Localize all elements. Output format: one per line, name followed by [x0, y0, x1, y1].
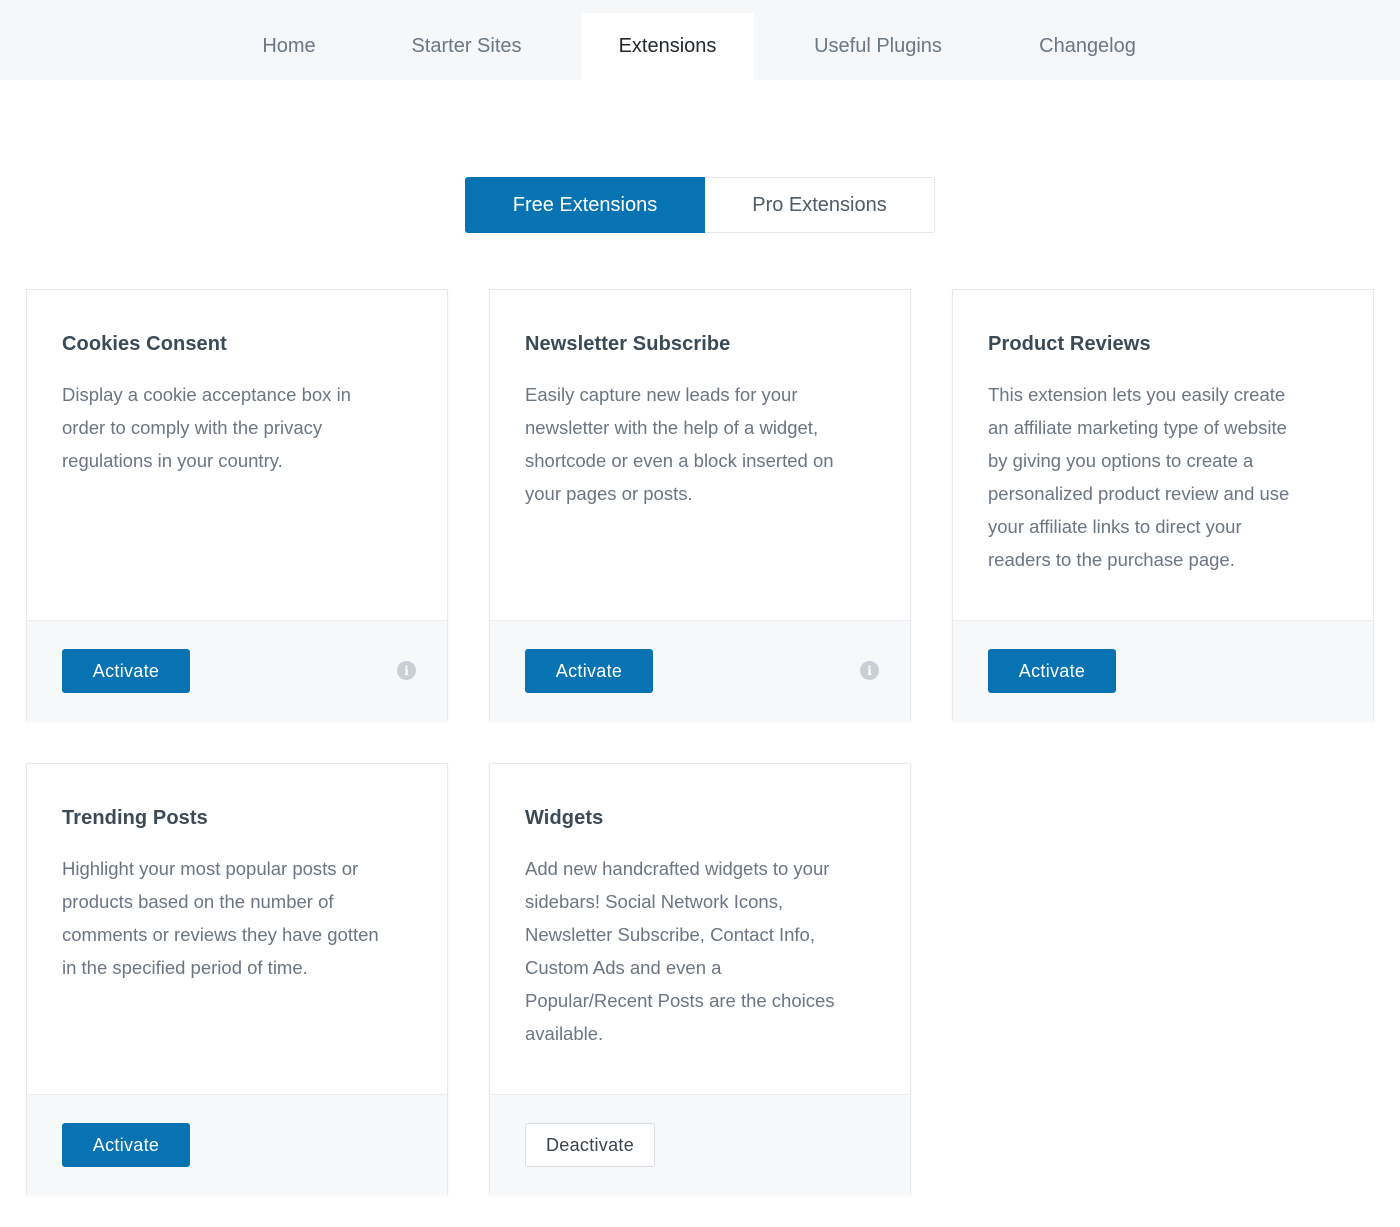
card-description-line: Display a cookie acceptance box in: [62, 384, 351, 405]
card-description-line: comments or reviews they have gotten: [62, 924, 379, 945]
deactivate-button[interactable]: Deactivate: [525, 1123, 655, 1167]
card-description: Easily capture new leads for your newsle…: [525, 378, 875, 510]
card-description-line: Popular/Recent Posts are the choices: [525, 990, 835, 1011]
card-body: Widgets Add new handcrafted widgets to y…: [490, 764, 910, 1094]
card-description-line: Easily capture new leads for your: [525, 384, 798, 405]
card-description-line: order to comply with the privacy: [62, 417, 323, 438]
card-title: Widgets: [525, 807, 604, 829]
top-navigation: Home Starter Sites Extensions Useful Plu…: [0, 0, 1400, 80]
tab-changelog[interactable]: Changelog: [1014, 13, 1161, 80]
card-body: Cookies Consent Display a cookie accepta…: [27, 290, 447, 620]
card-description-line: Add new handcrafted widgets to your: [525, 858, 830, 879]
activate-button[interactable]: Activate: [988, 649, 1116, 693]
card-description-line: an affiliate marketing type of website: [988, 417, 1287, 438]
info-icon[interactable]: i: [397, 661, 416, 680]
card-description-line: in the specified period of time.: [62, 957, 308, 978]
card-footer: Activate: [27, 1094, 447, 1195]
activate-button[interactable]: Activate: [62, 1123, 190, 1167]
card-description: Display a cookie acceptance box in order…: [62, 378, 412, 477]
tab-useful-plugins[interactable]: Useful Plugins: [792, 13, 964, 80]
card-description-line: Highlight your most popular posts or: [62, 858, 359, 879]
card-description-line: your pages or posts.: [525, 483, 693, 504]
card-description-line: your affiliate links to direct your: [988, 516, 1242, 537]
extension-card-widgets: Widgets Add new handcrafted widgets to y…: [489, 763, 911, 1195]
card-body: Newsletter Subscribe Easily capture new …: [490, 290, 910, 620]
card-body: Product Reviews This extension lets you …: [953, 290, 1373, 620]
card-title: Trending Posts: [62, 807, 208, 829]
card-description-line: Custom Ads and even a: [525, 957, 722, 978]
tab-extensions[interactable]: Extensions: [581, 13, 754, 80]
card-description-line: shortcode or even a block inserted on: [525, 450, 834, 471]
extension-card-product-reviews: Product Reviews This extension lets you …: [952, 289, 1374, 721]
info-icon[interactable]: i: [860, 661, 879, 680]
extension-card-cookies-consent: Cookies Consent Display a cookie accepta…: [26, 289, 448, 721]
card-footer: Activate: [953, 620, 1373, 721]
free-extensions-toggle[interactable]: Free Extensions: [465, 177, 705, 233]
card-description: Add new handcrafted widgets to your side…: [525, 852, 875, 1050]
card-description-line: newsletter with the help of a widget,: [525, 417, 819, 438]
activate-button[interactable]: Activate: [525, 649, 653, 693]
extension-card-trending-posts: Trending Posts Highlight your most popul…: [26, 763, 448, 1195]
card-description-line: sidebars! Social Network Icons,: [525, 891, 784, 912]
card-description-line: personalized product review and use: [988, 483, 1290, 504]
card-footer: Activate i: [490, 620, 910, 721]
pro-extensions-toggle[interactable]: Pro Extensions: [705, 177, 935, 233]
card-description-line: by giving you options to create a: [988, 450, 1254, 471]
card-description: Highlight your most popular posts or pro…: [62, 852, 412, 984]
extension-card-newsletter-subscribe: Newsletter Subscribe Easily capture new …: [489, 289, 911, 721]
card-description-line: products based on the number of: [62, 891, 334, 912]
card-footer: Deactivate: [490, 1094, 910, 1195]
card-title: Cookies Consent: [62, 333, 227, 355]
card-description: This extension lets you easily create an…: [988, 378, 1338, 576]
card-footer: Activate i: [27, 620, 447, 721]
card-body: Trending Posts Highlight your most popul…: [27, 764, 447, 1094]
tab-home[interactable]: Home: [234, 13, 344, 80]
card-description-line: Newsletter Subscribe, Contact Info,: [525, 924, 815, 945]
card-description-line: readers to the purchase page.: [988, 549, 1235, 570]
card-title: Newsletter Subscribe: [525, 333, 731, 355]
card-description-line: This extension lets you easily create: [988, 384, 1286, 405]
activate-button[interactable]: Activate: [62, 649, 190, 693]
card-description-line: available.: [525, 1023, 604, 1044]
card-title: Product Reviews: [988, 333, 1151, 355]
tab-starter-sites[interactable]: Starter Sites: [390, 13, 543, 80]
card-description-line: regulations in your country.: [62, 450, 283, 471]
